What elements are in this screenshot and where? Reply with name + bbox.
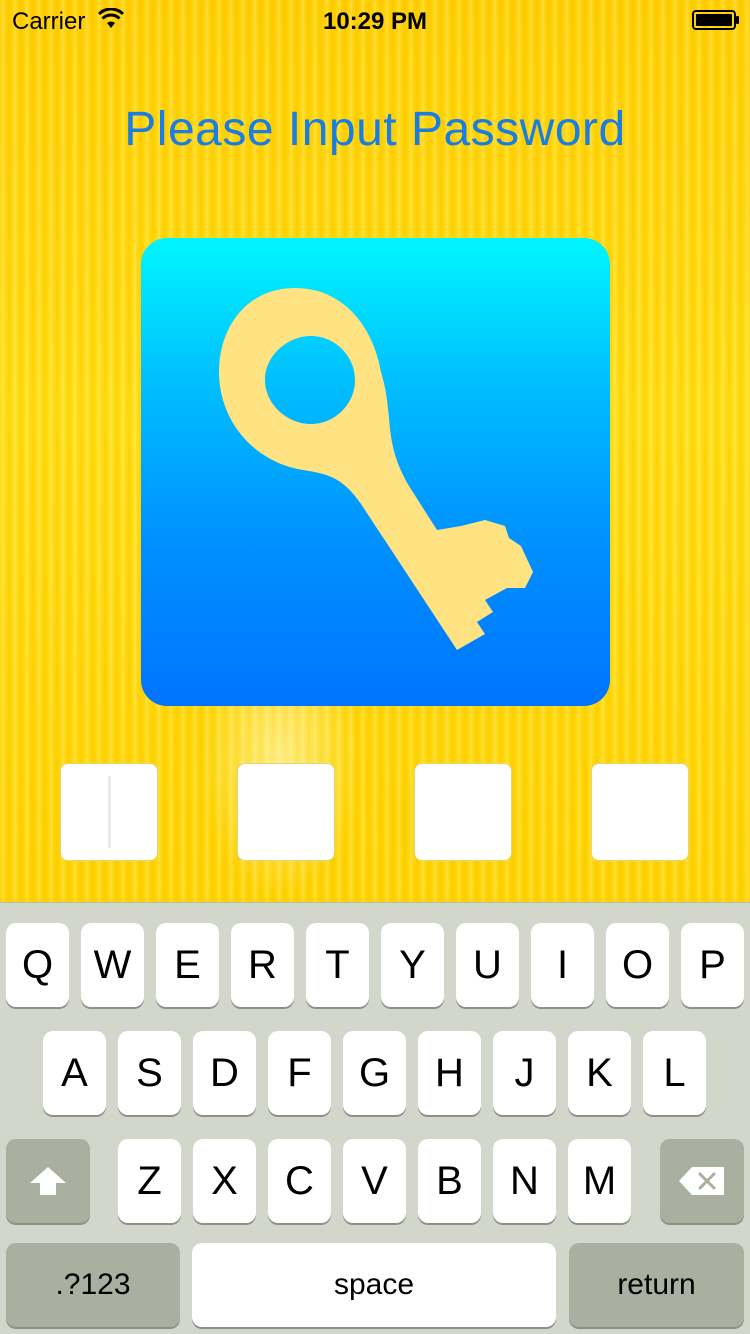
key-n[interactable]: N <box>493 1139 556 1223</box>
pin-slot-2[interactable] <box>237 763 335 861</box>
key-c[interactable]: C <box>268 1139 331 1223</box>
key-o[interactable]: O <box>606 923 669 1007</box>
key-x[interactable]: X <box>193 1139 256 1223</box>
battery-full-icon <box>692 10 739 30</box>
key-tile <box>141 238 610 706</box>
pin-slot-1[interactable] <box>60 763 158 861</box>
shift-arrow-icon <box>30 1167 66 1195</box>
key-d[interactable]: D <box>193 1031 256 1115</box>
key-e[interactable]: E <box>156 923 219 1007</box>
pin-slot-4[interactable] <box>591 763 689 861</box>
key-f[interactable]: F <box>268 1031 331 1115</box>
page-title: Please Input Password <box>124 103 626 156</box>
key-v[interactable]: V <box>343 1139 406 1223</box>
key-z[interactable]: Z <box>118 1139 181 1223</box>
key-i[interactable]: I <box>531 923 594 1007</box>
status-bar: Carrier 10:29 PM <box>0 0 750 40</box>
key-b[interactable]: B <box>418 1139 481 1223</box>
key-m[interactable]: M <box>568 1139 631 1223</box>
key-p[interactable]: P <box>681 923 744 1007</box>
numbers-key[interactable]: .?123 <box>6 1243 180 1327</box>
backspace-icon <box>679 1167 724 1195</box>
space-key[interactable]: space <box>192 1243 556 1327</box>
key-y[interactable]: Y <box>381 923 444 1007</box>
delete-key[interactable] <box>660 1139 744 1223</box>
key-w[interactable]: W <box>81 923 144 1007</box>
text-cursor <box>108 776 111 848</box>
key-k[interactable]: K <box>568 1031 631 1115</box>
return-key[interactable]: return <box>569 1243 744 1327</box>
shift-key[interactable] <box>6 1139 90 1223</box>
pin-slot-3[interactable] <box>414 763 512 861</box>
key-icon <box>219 288 533 650</box>
key-s[interactable]: S <box>118 1031 181 1115</box>
key-q[interactable]: Q <box>6 923 69 1007</box>
key-u[interactable]: U <box>456 923 519 1007</box>
key-j[interactable]: J <box>493 1031 556 1115</box>
keyboard: Q W E R T Y U I O P A S D F G H J K L Z … <box>0 902 750 1334</box>
key-g[interactable]: G <box>343 1031 406 1115</box>
key-a[interactable]: A <box>43 1031 106 1115</box>
key-r[interactable]: R <box>231 923 294 1007</box>
key-h[interactable]: H <box>418 1031 481 1115</box>
key-l[interactable]: L <box>643 1031 706 1115</box>
key-t[interactable]: T <box>306 923 369 1007</box>
clock-time: 10:29 PM <box>322 8 428 35</box>
